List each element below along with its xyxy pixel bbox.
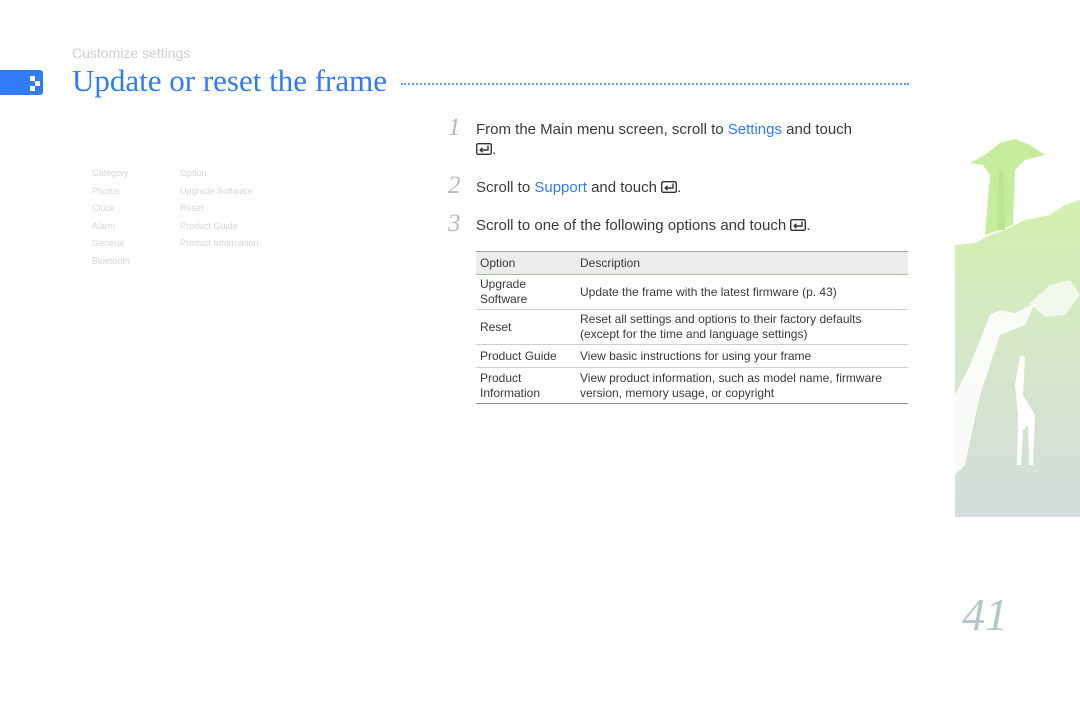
nav-option: Option [180, 168, 207, 178]
option-text: Product Guide [480, 348, 557, 363]
option-text: Reset [480, 319, 512, 334]
nav-category: Bluetooth [92, 255, 131, 266]
step-number: 2 [448, 172, 461, 199]
giraffe-landscape-illustration [955, 139, 1080, 517]
enter-key-icon [661, 181, 678, 193]
option-text: Product [480, 370, 522, 385]
description-cell: View product information, such as model … [580, 371, 908, 401]
enter-key-icon [790, 219, 807, 231]
description-text: View product information, such as model … [580, 370, 882, 385]
step-number: 3 [448, 210, 461, 237]
description-text: Reset all settings and options to their … [580, 312, 862, 326]
option-text: Software [480, 292, 528, 306]
step-text: . [806, 217, 811, 234]
page-title: Update or reset the frame [72, 63, 388, 98]
description-cell: View basic instructions for using your f… [580, 349, 908, 364]
step-text: and touch [586, 179, 662, 196]
title-divider [401, 83, 909, 85]
description-text: Update the frame with the latest firmwar… [580, 284, 837, 299]
steps-list: 1 From the Main menu screen, scroll to S… [446, 114, 916, 237]
nav-category: General [92, 238, 125, 248]
step-3: 3 Scroll to one of the following options… [446, 210, 916, 237]
description-cell: Reset all settings and options to their … [580, 312, 908, 342]
step-text: Scroll to one of the following options a… [476, 217, 791, 234]
step-1: 1 From the Main menu screen, scroll to S… [446, 114, 916, 178]
step-2: 2 Scroll to Support and touch . [446, 172, 916, 216]
step-text: . [677, 179, 682, 196]
nav-option: Reset [180, 203, 204, 213]
option-text: Upgrade [480, 277, 527, 291]
description-text: version, memory usage, or copyright [580, 385, 775, 400]
table-header: Option Description [476, 252, 908, 275]
option-text: Information [480, 385, 541, 400]
options-table: Option Description Upgrade Software Updat… [476, 251, 908, 404]
nav-category: Clock [92, 203, 115, 213]
option-cell: Product Guide [476, 349, 580, 364]
nav-category: Category [92, 168, 129, 178]
step-text: and touch [781, 121, 853, 138]
option-cell: Upgrade Software [476, 277, 580, 307]
step-number: 1 [448, 114, 461, 141]
nav-options: Option Upgrade Software Reset Product Gu… [180, 168, 259, 256]
description-text: (except for the time and language settin… [580, 327, 808, 341]
step-text: From the Main menu screen, scroll to [476, 121, 728, 138]
description-cell: Update the frame with the latest firmwar… [580, 285, 908, 300]
nav-categories: Category Photos Clock Alarm General Blue… [92, 168, 130, 273]
description-text: View basic instructions for using your f… [580, 348, 812, 363]
nav-category: Photos [92, 185, 121, 196]
table-row: Reset Reset all settings and options to … [476, 310, 908, 345]
header-option: Option [480, 255, 516, 270]
chapter-tab-icon [0, 70, 43, 95]
option-cell: Reset [476, 320, 580, 335]
page-number: 41 [962, 589, 1008, 640]
step-highlight: Settings [727, 121, 782, 138]
section-label: Customize settings [72, 45, 191, 61]
nav-option: Product Guide [180, 220, 238, 231]
enter-key-icon [476, 143, 492, 155]
table-row: Upgrade Software Update the frame with th… [476, 275, 908, 310]
option-cell: Product Information [476, 371, 580, 401]
nav-option: Upgrade Software [180, 185, 253, 196]
nav-option: Product Information [180, 238, 259, 248]
header-description: Description [580, 255, 641, 270]
step-text: Scroll to [476, 179, 535, 196]
step-text: . [492, 141, 497, 158]
table-row: Product Information View product informat… [476, 368, 908, 404]
step-highlight: Support [534, 179, 587, 196]
nav-category: Alarm [92, 220, 116, 231]
table-row: Product Guide View basic instructions fo… [476, 345, 908, 368]
